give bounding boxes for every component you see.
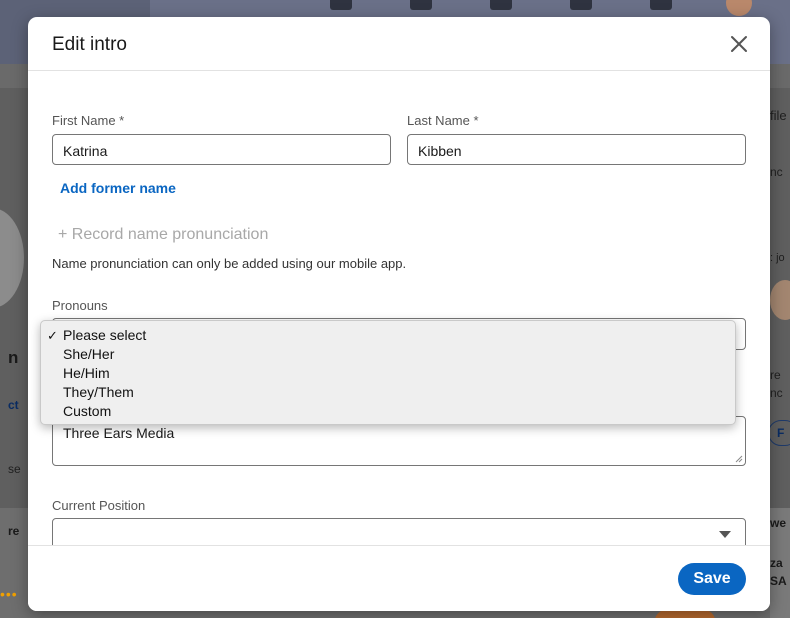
- modal-title: Edit intro: [52, 34, 127, 55]
- pronoun-option-she-her[interactable]: She/Her: [41, 345, 735, 364]
- chevron-down-icon: [719, 531, 731, 538]
- modal-footer: Save: [28, 545, 770, 611]
- nav-home-icon: [330, 0, 352, 10]
- record-pronunciation-button[interactable]: + Record name pronunciation: [58, 226, 268, 244]
- nav-network-icon: [410, 0, 432, 10]
- bg-fragment-jo: : jo: [770, 252, 785, 264]
- nav-notifications-icon: [650, 0, 672, 10]
- headline-value: Three Ears Media: [63, 425, 175, 441]
- bg-fragment-re2: re: [770, 368, 781, 382]
- pronoun-option-he-him[interactable]: He/Him: [41, 364, 735, 383]
- pronoun-option-custom[interactable]: Custom: [41, 402, 735, 421]
- bg-dots-icon: •••: [0, 586, 18, 602]
- bg-fragment-za: za: [770, 556, 783, 570]
- bg-fragment-f: F: [777, 426, 785, 440]
- first-name-input[interactable]: Katrina: [52, 134, 391, 165]
- pronoun-option-label: She/Her: [63, 346, 115, 362]
- pronunciation-note: Name pronunciation can only be added usi…: [52, 256, 407, 271]
- bg-fragment-se: se: [8, 462, 21, 476]
- pronoun-option-label: They/Them: [63, 384, 134, 400]
- bg-fragment-file: file: [770, 108, 787, 123]
- bg-fragment-re: re: [8, 524, 20, 538]
- bg-fragment-nc1: nc: [770, 165, 783, 179]
- pronoun-option-label: Please select: [63, 327, 147, 343]
- pronoun-option-label: Custom: [63, 403, 112, 419]
- modal-header: Edit intro: [28, 17, 770, 71]
- bg-fragment-nc2: nc: [770, 386, 783, 400]
- pronouns-dropdown: ✓ Please select She/Her He/Him They/Them…: [40, 320, 736, 425]
- first-name-label: First Name *: [52, 113, 125, 128]
- nav-jobs-icon: [490, 0, 512, 10]
- bg-fragment-we: we: [770, 516, 787, 530]
- close-button[interactable]: [726, 31, 752, 57]
- close-icon: [731, 36, 747, 52]
- last-name-input[interactable]: Kibben: [407, 134, 746, 165]
- current-position-label: Current Position: [52, 498, 146, 513]
- check-icon: ✓: [47, 328, 58, 343]
- pronoun-option-they-them[interactable]: They/Them: [41, 383, 735, 402]
- bg-fragment-contact: ct: [8, 398, 19, 412]
- pronouns-label: Pronouns: [52, 298, 108, 313]
- resize-grip-icon[interactable]: [735, 455, 743, 463]
- nav-messaging-icon: [570, 0, 592, 10]
- save-button[interactable]: Save: [678, 563, 746, 595]
- bg-fragment-name: n: [8, 348, 19, 367]
- pronoun-option-label: He/Him: [63, 365, 110, 381]
- bg-fragment-sa: SA: [770, 574, 787, 588]
- pronoun-option-please-select[interactable]: ✓ Please select: [41, 326, 735, 345]
- last-name-label: Last Name *: [407, 113, 479, 128]
- edit-intro-modal: Edit intro First Name * Katrina Last Nam…: [28, 17, 770, 611]
- add-former-name-link[interactable]: Add former name: [60, 180, 176, 196]
- bg-follow-pill: F: [768, 420, 790, 446]
